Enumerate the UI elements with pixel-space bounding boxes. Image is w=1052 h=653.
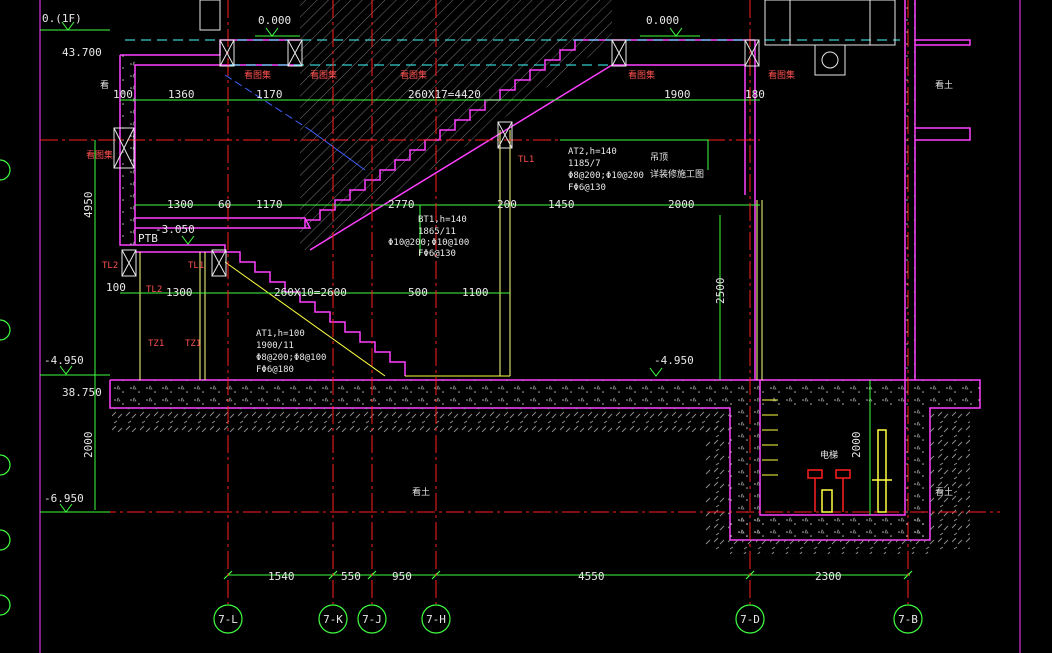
bt1-line3: Φ10@200;Φ10@100 xyxy=(388,238,469,248)
mark-side-right-top: 看土 xyxy=(935,79,953,91)
mark-6: 看图集 xyxy=(86,149,113,161)
dim2-2770: 2770 xyxy=(388,198,415,211)
level-top-mid: 0.000 xyxy=(258,14,291,27)
axis-label-7H: 7-H xyxy=(426,613,446,626)
at2-line5: 吊顶 xyxy=(650,152,668,163)
vdim-right-lower: 2000 xyxy=(850,432,863,459)
at2-line3: Φ8@200;Φ10@200 xyxy=(568,171,644,181)
grid-axis-labels: 7-L 7-K 7-J 7-H 7-D 7-B xyxy=(218,613,918,626)
bt1-line4: FΦ6@130 xyxy=(418,249,456,259)
axis-label-7J: 7-J xyxy=(362,613,382,626)
axis-label-7D: 7-D xyxy=(740,613,760,626)
dim1-1360: 1360 xyxy=(168,88,195,101)
note-at1: AT1,h=100 1900/11 Φ8@200;Φ8@100 FΦ6@180 xyxy=(256,329,326,375)
level-abs-lower: 38.750 xyxy=(62,386,102,399)
annotation-marks: 看图集 看图集 看图集 看图集 看图集 看图集 电梯 看 看土 看土 看土 xyxy=(86,69,953,498)
axis-label-7B: 7-B xyxy=(898,613,918,626)
at1-line3: Φ8@200;Φ8@100 xyxy=(256,353,326,363)
dim1-100: 100 xyxy=(113,88,133,101)
cad-section-drawing: 0.(1F) 0.000 0.000 43.700 -3.050 -4.950 … xyxy=(0,0,1052,653)
dim2-1300: 1300 xyxy=(167,198,194,211)
mark-pit-mid: 看土 xyxy=(412,486,430,498)
dim1-1900: 1900 xyxy=(664,88,691,101)
axis-label-7K: 7-K xyxy=(323,613,343,626)
dim2-2000: 2000 xyxy=(668,198,695,211)
mark-5: 看图集 xyxy=(768,69,795,81)
note-bt1: BT1,h=140 1865/11 Φ10@200;Φ10@100 FΦ6@13… xyxy=(388,215,469,259)
tag-tl1-upper: TL1 xyxy=(518,155,534,165)
level-pit-bottom: -6.950 xyxy=(44,492,84,505)
dim1-180: 180 xyxy=(745,88,765,101)
level-lower-right: -4.950 xyxy=(654,354,694,367)
bottom-dims: 1540 550 950 4550 2300 xyxy=(268,570,842,583)
at1-line1: AT1,h=100 xyxy=(256,329,305,339)
level-mid-landing: -3.050 xyxy=(155,223,195,236)
level-top-left: 0.(1F) xyxy=(42,12,82,25)
dim1-1170: 1170 xyxy=(256,88,283,101)
mark-side-right-low: 看土 xyxy=(935,486,953,498)
bdim-950: 950 xyxy=(392,570,412,583)
at2-line4: FΦ6@130 xyxy=(568,183,606,193)
tag-tl1-mid: TL1 xyxy=(188,261,204,271)
level-abs-top: 43.700 xyxy=(62,46,102,59)
level-lower-left: -4.950 xyxy=(44,354,84,367)
dim3-1100: 1100 xyxy=(462,286,489,299)
dim2-1170: 1170 xyxy=(256,198,283,211)
note-at2: AT2,h=140 1185/7 Φ8@200;Φ10@200 FΦ6@130 … xyxy=(568,147,704,193)
tag-tz1-b: TZ1 xyxy=(185,339,201,349)
axis-label-7L: 7-L xyxy=(218,613,238,626)
mark-4: 看图集 xyxy=(628,69,655,81)
dim2-60: 60 xyxy=(218,198,231,211)
at1-line2: 1900/11 xyxy=(256,341,294,351)
dim1-stair-top: 260X17=4420 xyxy=(408,88,481,101)
mark-3: 看图集 xyxy=(400,69,427,81)
bdim-2300: 2300 xyxy=(815,570,842,583)
tag-tl2-mid: TL2 xyxy=(146,285,162,295)
mark-side-left: 看 xyxy=(100,79,109,91)
mark-1: 看图集 xyxy=(244,69,271,81)
tag-tl2-left: TL2 xyxy=(102,261,118,271)
dim3-1300: 1300 xyxy=(166,286,193,299)
bdim-550: 550 xyxy=(341,570,361,583)
level-top-right: 0.000 xyxy=(646,14,679,27)
at2-line6: 详装修施工图 xyxy=(650,168,704,180)
vdim-left-upper: 4950 xyxy=(82,192,95,219)
dim2-1450: 1450 xyxy=(548,198,575,211)
section-geometry xyxy=(0,0,1021,653)
dim3-500: 500 xyxy=(408,286,428,299)
at2-line1: AT2,h=140 xyxy=(568,147,617,157)
tag-ptb: PTB xyxy=(138,232,158,245)
dim3-stair-low: 260X10=2600 xyxy=(274,286,347,299)
mark-2: 看图集 xyxy=(310,69,337,81)
vdim-left-lower: 2000 xyxy=(82,432,95,459)
dim3-100: 100 xyxy=(106,281,126,294)
dim-row-3: 100 1300 260X10=2600 500 1100 xyxy=(106,281,489,299)
bdim-4550: 4550 xyxy=(578,570,605,583)
vdim-right-mid: 2500 xyxy=(714,278,727,305)
at2-line2: 1185/7 xyxy=(568,159,601,169)
bt1-line1: BT1,h=140 xyxy=(418,215,467,225)
mark-7: 电梯 xyxy=(820,449,838,461)
bt1-line2: 1865/11 xyxy=(418,227,456,237)
bdim-1540: 1540 xyxy=(268,570,295,583)
at1-line4: FΦ6@180 xyxy=(256,365,294,375)
dim2-200: 200 xyxy=(497,198,517,211)
tag-tz1-a: TZ1 xyxy=(148,339,164,349)
dim-row-1: 100 1360 1170 260X17=4420 1900 180 xyxy=(113,88,765,101)
